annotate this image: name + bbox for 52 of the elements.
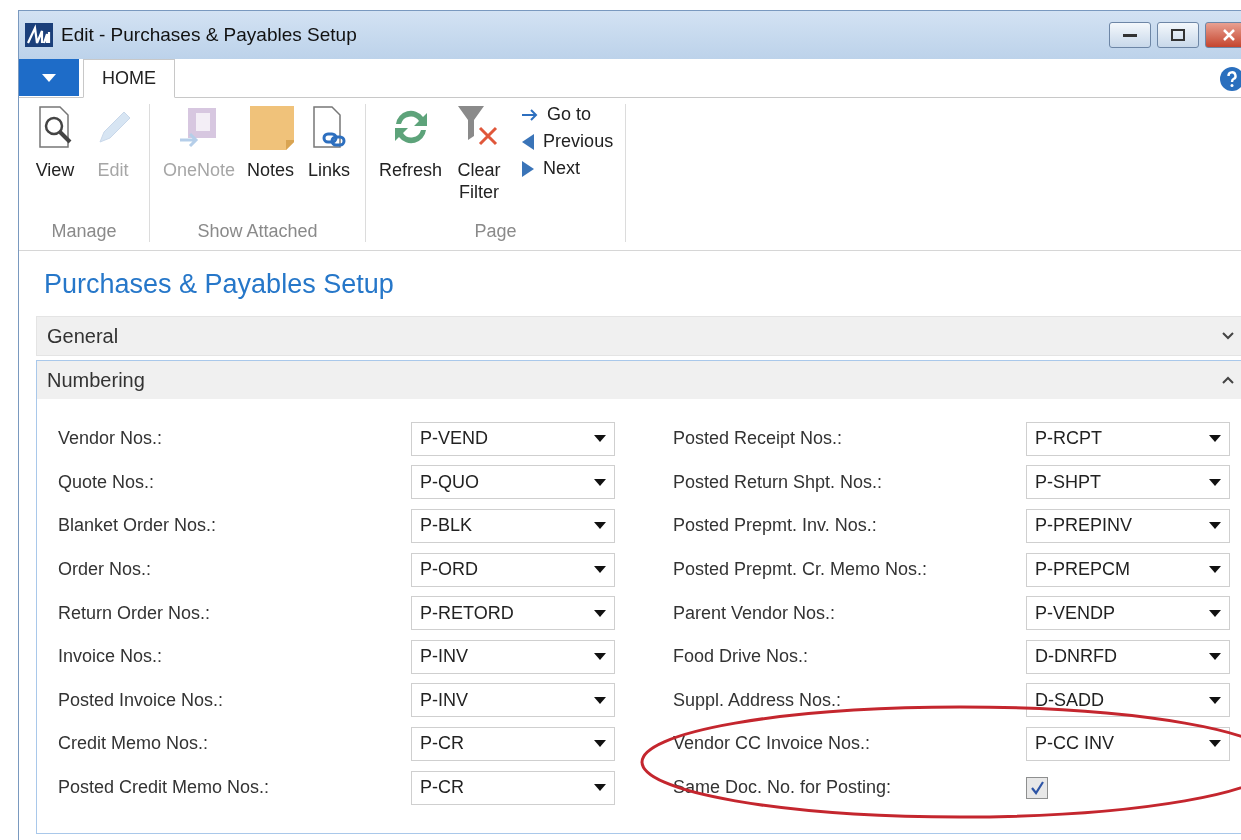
group-label: Manage bbox=[50, 220, 118, 242]
field-label: Blanket Order Nos.: bbox=[58, 515, 218, 537]
section-header[interactable]: General bbox=[37, 317, 1241, 355]
ribbon-button[interactable]: Go to bbox=[519, 104, 616, 125]
dropdown-field[interactable]: P-QUO bbox=[411, 465, 615, 500]
field-label: Food Drive Nos.: bbox=[673, 646, 810, 668]
dropdown-field[interactable]: P-BLK bbox=[411, 509, 615, 543]
ribbon-button[interactable]: Clear Filter bbox=[451, 104, 508, 217]
section-title: Numbering bbox=[47, 368, 145, 392]
dropdown-field[interactable]: D-DNRFD bbox=[1026, 639, 1230, 674]
ribbon-tab[interactable]: HOME bbox=[83, 59, 175, 98]
page-title: Purchases & Payables Setup bbox=[44, 269, 395, 300]
dropdown-field[interactable]: P-PREPINV bbox=[1026, 509, 1230, 543]
group-label: Show Attached bbox=[196, 220, 319, 242]
field-label: Posted Invoice Nos.: bbox=[58, 689, 225, 711]
ribbon-button[interactable]: Links bbox=[303, 104, 356, 217]
dropdown-field[interactable]: P-INV bbox=[411, 639, 615, 674]
field-label: Posted Receipt Nos.: bbox=[673, 428, 844, 450]
field-label: Posted Prepmt. Inv. Nos.: bbox=[673, 515, 878, 537]
section-header[interactable]: Numbering bbox=[37, 361, 1241, 399]
field-label: Credit Memo Nos.: bbox=[58, 733, 210, 755]
field-label: Parent Vendor Nos.: bbox=[673, 602, 837, 624]
field-label: Vendor Nos.: bbox=[58, 428, 164, 450]
dropdown-field[interactable]: P-ORD bbox=[411, 552, 615, 587]
ribbon-button[interactable]: Next bbox=[519, 158, 616, 179]
dropdown-field[interactable]: P-VENDP bbox=[1026, 596, 1230, 631]
dropdown-field[interactable]: P-VEND bbox=[411, 421, 615, 456]
ribbon-button[interactable]: Refresh bbox=[376, 104, 446, 217]
dropdown-field[interactable]: P-INV bbox=[411, 683, 615, 718]
dropdown-field[interactable]: P-PREPCM bbox=[1026, 552, 1230, 587]
field-label: Return Order Nos.: bbox=[58, 602, 212, 624]
ribbon-button[interactable]: Previous bbox=[519, 131, 616, 152]
group-label: Page bbox=[473, 220, 518, 242]
dropdown-field[interactable]: P-CC INV bbox=[1026, 726, 1230, 761]
dropdown-field[interactable]: P-CR bbox=[411, 770, 615, 805]
field-label: Posted Return Shpt. Nos.: bbox=[673, 471, 884, 493]
field-label: Order Nos.: bbox=[58, 559, 153, 581]
field-label: Invoice Nos.: bbox=[58, 646, 164, 668]
field-label: Vendor CC Invoice Nos.: bbox=[673, 733, 872, 755]
field-label: Suppl. Address Nos.: bbox=[673, 689, 843, 711]
section-title: General bbox=[47, 324, 119, 348]
dropdown-field[interactable]: D-SADD bbox=[1026, 683, 1230, 718]
dropdown-field[interactable]: P-RETORD bbox=[411, 596, 615, 631]
ribbon-button[interactable]: View bbox=[29, 104, 81, 217]
field-label: Quote Nos.: bbox=[58, 471, 156, 493]
field-label: Posted Prepmt. Cr. Memo Nos.: bbox=[673, 559, 929, 581]
dropdown-field[interactable]: P-CR bbox=[411, 726, 615, 761]
window-title: Edit - Purchases & Payables Setup bbox=[61, 24, 357, 46]
ribbon-button[interactable]: Notes bbox=[244, 104, 298, 217]
dropdown-field[interactable]: P-RCPT bbox=[1026, 421, 1230, 456]
dropdown-field[interactable]: P-SHPT bbox=[1026, 465, 1230, 500]
field-label: Posted Credit Memo Nos.: bbox=[58, 777, 271, 799]
